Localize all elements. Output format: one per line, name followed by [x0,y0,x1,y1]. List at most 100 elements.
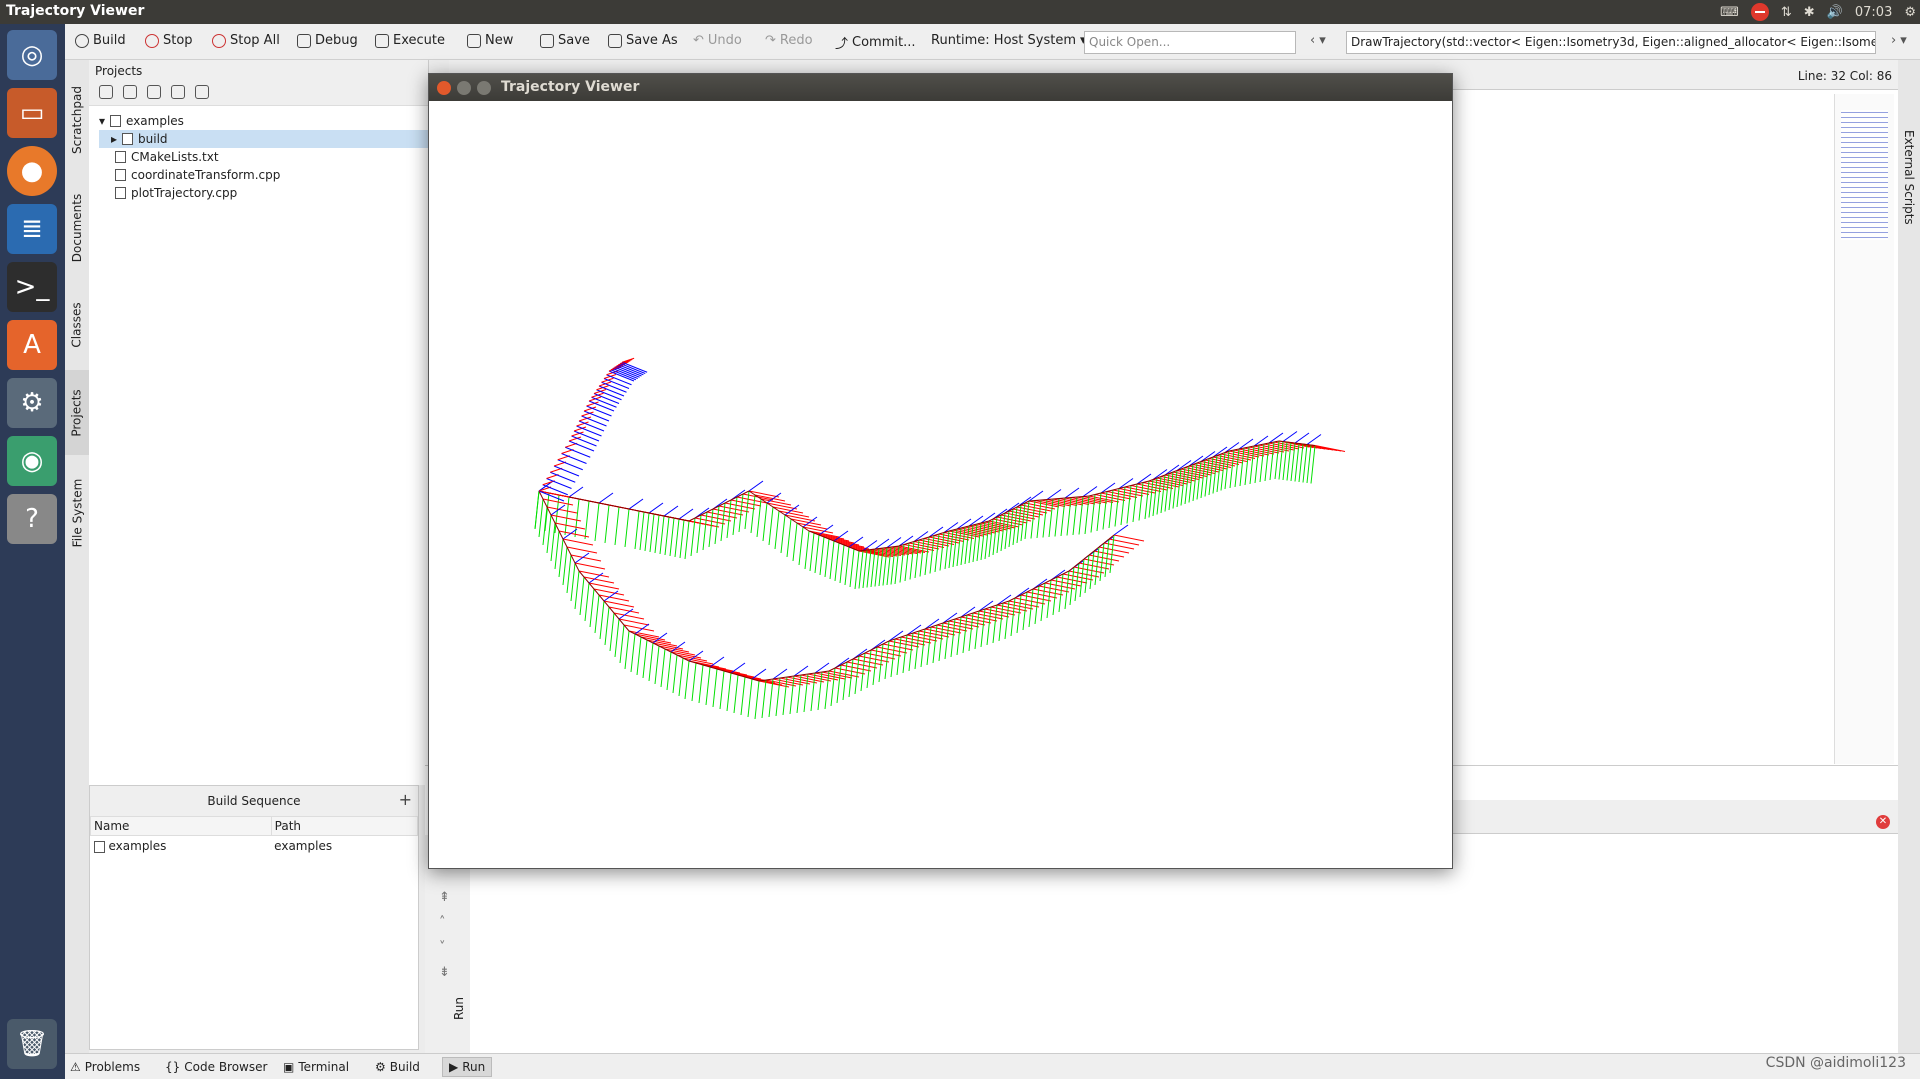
add-icon[interactable]: + [399,790,412,809]
tab-classes[interactable]: Classes [65,285,89,365]
chevron-down-icon[interactable]: ˅ [439,940,446,955]
trajectory-segment [1064,497,1072,499]
function-context-combo[interactable]: DrawTrajectory(std::vector< Eigen::Isome… [1346,31,1876,54]
save-button[interactable]: Save [540,33,590,48]
software-center-icon[interactable]: A [7,320,57,370]
cpp-file-icon [115,169,126,181]
trajectory-segment [894,636,902,640]
keyboard-icon[interactable]: ⌨ [1720,5,1739,20]
y-axis-segment [878,643,884,683]
folder-icon [122,133,134,145]
jump-first-icon[interactable]: ⇞ [439,890,450,905]
trajectory-segment [1040,499,1048,501]
z-axis-segment [542,484,568,496]
chevron-up-icon[interactable]: ˄ [439,915,446,930]
y-axis-segment [866,549,872,588]
build-button[interactable]: Build [75,33,126,48]
trajectory-canvas[interactable] [429,101,1452,868]
update-stop-icon[interactable] [1750,3,1769,21]
y-axis-segment [768,678,774,718]
clock[interactable]: 07:03 [1855,5,1892,20]
y-axis-segment [984,520,990,560]
runtime-selector[interactable]: Runtime: Host System▾ [931,33,1087,48]
left-tool-tabs: Scratchpad Documents Classes Projects Fi… [65,60,89,1060]
firefox-icon[interactable]: ● [7,146,57,196]
filter-icon[interactable] [99,85,113,99]
tree-item-cmakelists[interactable]: CMakeLists.txt [115,148,219,166]
y-axis-segment [914,539,920,579]
y-axis-segment [669,517,675,557]
history-forward-button[interactable]: › ▾ [1891,33,1907,48]
tab-scratchpad[interactable]: Scratchpad [65,70,89,170]
writer-icon[interactable]: ≣ [7,204,57,254]
trajectory-segment [903,542,910,545]
table-row[interactable]: examples examples [91,836,418,857]
network-icon[interactable]: ⇅ [1781,5,1792,20]
code-minimap[interactable] [1834,94,1894,764]
debug-button[interactable]: Debug [297,33,358,48]
new-button[interactable]: New [467,33,513,48]
execute-button[interactable]: Execute [375,33,445,48]
stop-all-button[interactable]: Stop All [212,33,280,48]
trajectory-segment [972,523,978,526]
jump-last-icon[interactable]: ⇟ [439,965,450,980]
tab-terminal[interactable]: ▣ Terminal [283,1060,349,1074]
system-settings-icon[interactable]: ⚙ [7,378,57,428]
minimize-icon[interactable] [457,81,471,95]
tab-projects[interactable]: Projects [65,370,89,455]
close-output-icon[interactable]: ✕ [1876,815,1890,829]
column-header-path[interactable]: Path [270,816,419,836]
file-manager-icon[interactable]: ▭ [7,88,57,138]
close-icon[interactable] [437,81,451,95]
trajectory-segment [598,502,610,506]
help-icon[interactable]: ? [7,494,57,544]
y-axis-segment [1120,486,1126,526]
tree-item-coordinatetransform[interactable]: coordinateTransform.cpp [115,166,280,184]
trash-icon[interactable]: 🗑 [7,1019,57,1069]
viewer-titlebar[interactable]: Trajectory Viewer [429,74,1452,101]
y-axis-segment [574,570,580,610]
maximize-icon[interactable] [477,81,491,95]
column-header-name[interactable]: Name [90,816,272,836]
undo-button[interactable]: ↶ Undo [693,33,742,48]
y-axis-segment [762,502,768,542]
bluetooth-icon[interactable]: ✱ [1804,5,1815,20]
tab-run[interactable]: ▶ Run [442,1057,493,1077]
y-axis-segment [1160,474,1166,514]
terminal-icon[interactable]: >_ [7,262,57,312]
tab-documents[interactable]: Documents [65,180,89,275]
trajectory-segment [663,515,670,518]
gear-icon[interactable] [147,85,161,99]
settings-gear-icon[interactable]: ⚙ [1904,5,1916,20]
collapse-icon[interactable] [123,85,137,99]
z-axis-segment [578,420,605,432]
history-back-button[interactable]: ‹ ▾ [1310,33,1326,48]
save-as-button[interactable]: Save As [608,33,678,48]
tree-item-examples[interactable]: ▾ examples [99,112,184,130]
quick-open-input[interactable]: Quick Open... [1084,31,1296,54]
y-axis-segment [1030,500,1036,539]
y-axis-segment [574,498,580,538]
trajectory-viewer-window[interactable]: Trajectory Viewer [428,73,1453,869]
stop-button[interactable]: Stop [145,33,193,48]
gear-icon[interactable] [195,85,209,99]
expand-arrow-icon: ▸ [111,132,118,146]
tab-problems[interactable]: ⚠ Problems [70,1060,140,1074]
tab-external-scripts[interactable]: External Scripts [1902,130,1916,225]
y-axis-segment [872,646,878,686]
ubuntu-dash-icon[interactable]: ◎ [7,30,57,80]
trajectory-segment [568,496,580,500]
gear-icon[interactable] [171,85,185,99]
tree-item-plottrajectory[interactable]: plotTrajectory.cpp [115,184,237,202]
kdevelop-icon[interactable]: ◉ [7,436,57,486]
commit-button[interactable]: ⤴ Commit... [835,33,915,52]
tab-file-system[interactable]: File System [65,460,89,565]
minimap-content [1841,110,1888,240]
tab-code-browser[interactable]: {} Code Browser [165,1060,267,1074]
y-axis-segment [639,511,645,551]
tab-build[interactable]: ⚙ Build [375,1060,420,1074]
volume-icon[interactable]: 🔊 [1827,5,1843,20]
redo-button[interactable]: ↷ Redo [765,33,813,48]
tree-item-build[interactable]: ▸ build [99,130,428,148]
trajectory-segment [900,634,908,638]
